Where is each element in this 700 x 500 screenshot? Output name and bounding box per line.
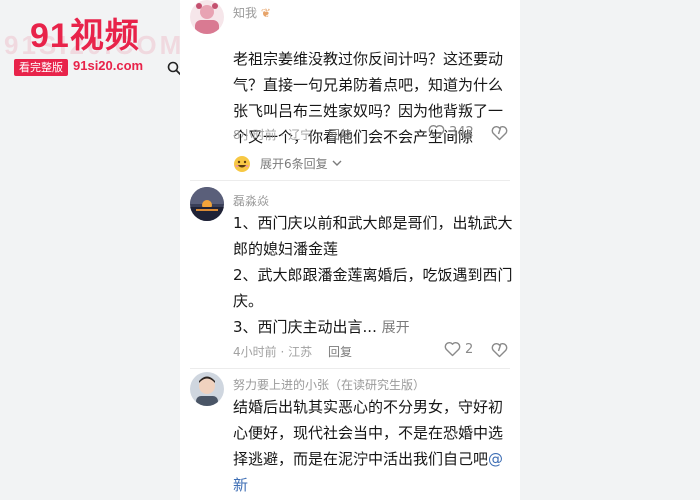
avatar[interactable] [190,372,224,406]
watermark: 91SI20.COM 91视频 看完整版 91si20.com [0,0,185,85]
comment-item: 努力要上进的小张（在读研究生版） 结婚后出轨其实恶心的不分男女，守好初 心便好，… [180,0,520,500]
watermark-brand: 91视频 [30,17,140,55]
person-avatar-icon [190,372,224,406]
comment-username[interactable]: 努力要上进的小张（在读研究生版） [233,376,425,393]
comment-text: 结婚后出轨其实恶心的不分男女，守好初 心便好，现代社会当中，不是在恐婚中选 择逃… [233,394,513,500]
comment-line: 择逃避，而是在泥泞中活出我们自己吧 [233,450,489,468]
comment-line: 结婚后出轨其实恶心的不分男女，守好初 [233,398,504,416]
comment-line: 心便好，现代社会当中，不是在恐婚中选 [233,424,504,442]
watermark-badge: 看完整版 [14,59,68,76]
comment-section[interactable]: 知我 ❦ 老祖宗姜维没教过你反间计吗？这还要动气？直接一句兄弟防着点吧，知道为什… [180,0,520,500]
watermark-url: 91si20.com [73,58,144,73]
